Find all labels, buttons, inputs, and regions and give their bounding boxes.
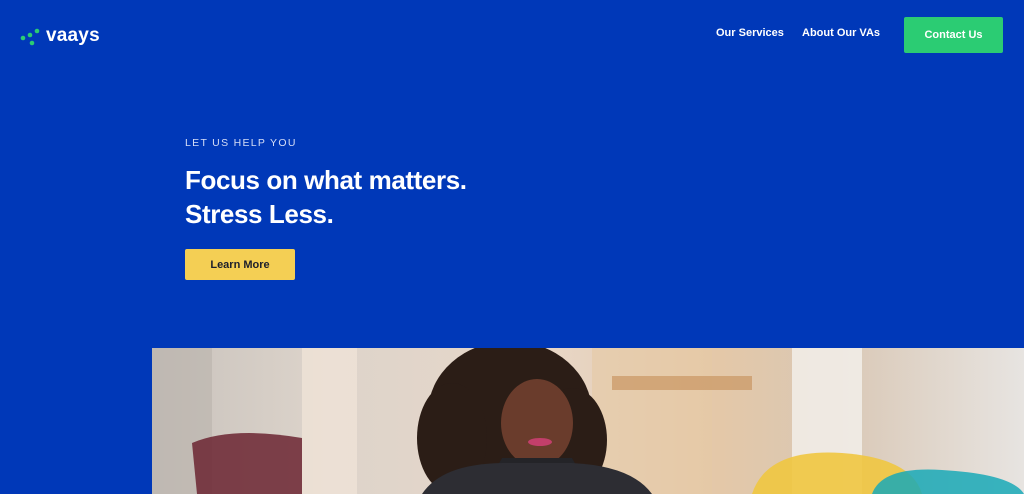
logo-dots-icon	[20, 28, 40, 46]
hero-photo	[152, 348, 1024, 494]
brand-logo[interactable]: vaays	[20, 24, 100, 48]
hero-headline-line-1: Focus on what matters.	[185, 165, 467, 195]
photo-illustration	[152, 348, 1024, 494]
hero-eyebrow: LET US HELP YOU	[185, 137, 297, 149]
top-navigation: vaays Our Services About Our VAs Contact…	[0, 0, 1024, 70]
hero-headline: Focus on what matters. Stress Less.	[185, 163, 467, 231]
brand-name: vaays	[46, 25, 100, 46]
nav-link-our-services[interactable]: Our Services	[716, 27, 784, 39]
learn-more-button[interactable]: Learn More	[185, 249, 295, 280]
hero-headline-line-2: Stress Less.	[185, 199, 334, 229]
nav-link-about-our-vas[interactable]: About Our VAs	[802, 27, 880, 39]
contact-us-button[interactable]: Contact Us	[904, 17, 1003, 53]
